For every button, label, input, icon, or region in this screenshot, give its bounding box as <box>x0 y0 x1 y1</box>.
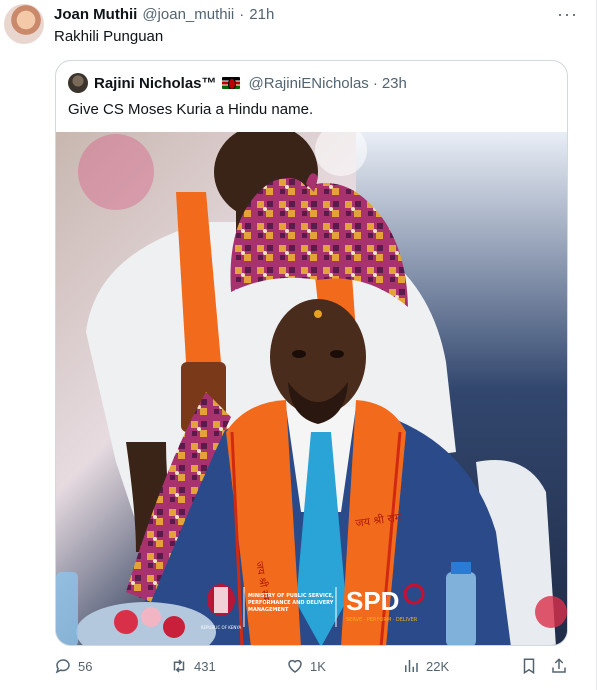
quote-header: Rajini Nicholas™ @RajiniENicholas · 23h <box>68 73 407 93</box>
ministry-text-1: MINISTRY OF PUBLIC SERVICE, <box>248 593 334 599</box>
views-button[interactable]: 22K <box>402 657 449 675</box>
reply-icon <box>55 659 70 674</box>
flower <box>163 616 185 638</box>
tweet-actions: 56 431 1K 22K <box>54 657 574 677</box>
quote-text: Give CS Moses Kuria a Hindu name. <box>68 101 314 118</box>
water-bottle <box>56 572 78 645</box>
quoted-tweet[interactable]: Rajini Nicholas™ @RajiniENicholas · 23h … <box>55 60 568 646</box>
flower <box>114 610 138 634</box>
retweet-button[interactable]: 431 <box>170 657 216 675</box>
quote-time: 23h <box>381 74 407 92</box>
kenya-flag-icon <box>221 77 240 89</box>
flower <box>535 596 567 628</box>
views-icon <box>405 660 418 672</box>
heart-icon <box>288 659 302 673</box>
share-button[interactable] <box>550 657 568 675</box>
quote-author-avatar <box>68 73 88 93</box>
views-count: 22K <box>426 658 450 674</box>
quote-separator-dot: · <box>372 74 378 92</box>
author-name[interactable]: Joan Muthii <box>54 6 137 23</box>
separator-dot: · <box>239 6 245 23</box>
quote-author-name: Rajini Nicholas™ <box>94 74 217 92</box>
more-options-icon[interactable]: ··· <box>557 4 578 25</box>
retweet-count: 431 <box>194 658 216 674</box>
like-count: 1K <box>310 658 326 674</box>
like-button[interactable]: 1K <box>286 657 326 675</box>
ministry-text-2: PERFORMANCE AND DELIVERY <box>248 600 334 606</box>
bookmark-button[interactable] <box>520 657 538 675</box>
author-handle[interactable]: @joan_muthii <box>142 6 234 23</box>
tweet-time[interactable]: 21h <box>249 6 274 23</box>
author-avatar[interactable] <box>4 4 44 44</box>
flower <box>141 607 161 627</box>
tweet-card[interactable]: Joan Muthii @joan_muthii · 21h ··· Rakhi… <box>0 0 597 690</box>
quote-photo[interactable]: जय श्री राम जय श्री राम REPUBLIC OF KENY… <box>56 132 568 646</box>
spd-tagline: SERVE · PERFORM · DELIVER <box>346 617 418 623</box>
bokeh-light <box>78 134 154 210</box>
tweet-text: Rakhili Punguan <box>54 28 164 45</box>
reply-count: 56 <box>78 658 93 674</box>
bottle-cap <box>451 562 471 574</box>
ministry-text-3: MANAGEMENT <box>248 607 289 613</box>
water-bottle <box>446 572 476 645</box>
quote-author-handle: @RajiniENicholas <box>248 74 369 92</box>
tweet-header: Joan Muthii @joan_muthii · 21h <box>54 6 274 23</box>
emblem-text: REPUBLIC OF KENYA <box>201 625 242 630</box>
spd-logo: SPD <box>346 586 399 616</box>
reply-button[interactable]: 56 <box>54 657 92 675</box>
bookmark-icon <box>523 658 535 675</box>
retweet-icon <box>173 659 185 673</box>
share-icon <box>552 658 566 673</box>
